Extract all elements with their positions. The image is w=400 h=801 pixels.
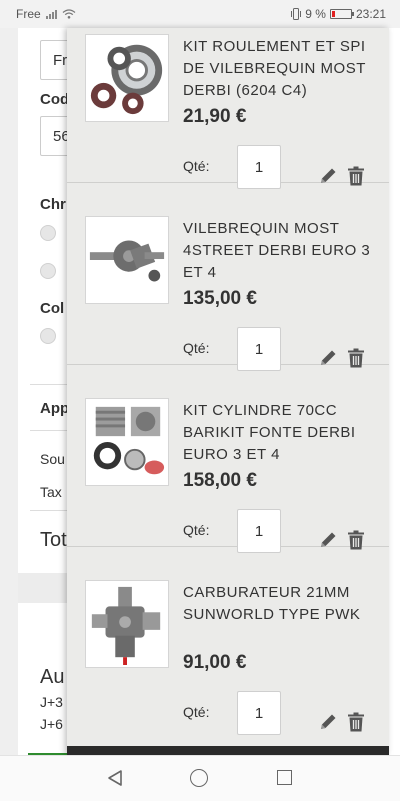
item-price: 91,00 € <box>183 652 247 673</box>
quantity-input[interactable]: 1 <box>237 691 281 735</box>
tax-label: Tax <box>40 484 62 500</box>
crankshaft-image[interactable] <box>85 216 169 304</box>
item-price: 158,00 € <box>183 470 257 491</box>
page-left-gutter <box>0 28 18 755</box>
quantity-label: Qté: <box>183 704 210 720</box>
pencil-icon[interactable] <box>318 712 338 732</box>
delivery-heading: Au <box>40 666 65 688</box>
delivery-option-label: Chr <box>40 196 66 213</box>
carrier-name: Free <box>16 7 41 21</box>
trash-icon[interactable] <box>347 712 365 732</box>
cart-item: CARBURATEUR 21MM SUNWORLD TYPE PWK 91,00… <box>67 546 389 735</box>
item-title[interactable]: KIT ROULEMENT ET SPI DE VILEBREQUIN MOST… <box>183 36 379 102</box>
collect-option-label: Col <box>40 300 65 317</box>
wifi-icon <box>62 9 76 19</box>
quantity-label: Qté: <box>183 522 210 538</box>
home-circle-icon[interactable] <box>190 769 208 787</box>
vibrate-icon <box>291 8 302 20</box>
radio-option-3[interactable] <box>40 328 56 344</box>
signal-icon <box>45 9 57 19</box>
cart-item: VILEBREQUIN MOST 4STREET DERBI EURO 3 ET… <box>67 182 389 371</box>
back-triangle-icon[interactable] <box>106 769 124 787</box>
status-bar: Free 9 % 23:21 <box>0 0 400 28</box>
subtotal-label: Sou <box>40 451 65 467</box>
item-title[interactable]: KIT CYLINDRE 70CC BARIKIT FONTE DERBI EU… <box>183 400 379 466</box>
quantity-label: Qté: <box>183 340 210 356</box>
system-nav-bar <box>0 755 400 801</box>
cart-footer-bar[interactable] <box>67 746 389 755</box>
cart-item: KIT CYLINDRE 70CC BARIKIT FONTE DERBI EU… <box>67 364 389 553</box>
radio-option-1[interactable] <box>40 225 56 241</box>
status-right: 9 % 23:21 <box>291 7 386 21</box>
quantity-label: Qté: <box>183 158 210 174</box>
cart-item: KIT ROULEMENT ET SPI DE VILEBREQUIN MOST… <box>67 28 389 189</box>
item-price: 135,00 € <box>183 288 257 309</box>
recent-apps-icon[interactable] <box>277 770 292 785</box>
battery-percent: 9 % <box>305 7 326 21</box>
cart-panel: KIT ROULEMENT ET SPI DE VILEBREQUIN MOST… <box>67 28 389 755</box>
postcode-label: Cod <box>40 91 70 108</box>
item-title[interactable]: VILEBREQUIN MOST 4STREET DERBI EURO 3 ET… <box>183 218 379 284</box>
total-label: Tot <box>40 529 67 551</box>
bearing-kit-image[interactable] <box>85 34 169 122</box>
summary-label: App <box>40 400 70 417</box>
cylinder-kit-image[interactable] <box>85 398 169 486</box>
carburetor-image[interactable] <box>85 580 169 668</box>
radio-option-2[interactable] <box>40 263 56 279</box>
battery-icon <box>329 9 354 19</box>
delivery-line-2: J+6 <box>40 716 63 732</box>
clock: 23:21 <box>355 7 386 21</box>
status-left: Free <box>16 7 76 21</box>
delivery-line-1: J+3 <box>40 694 63 710</box>
item-price: 21,90 € <box>183 106 247 127</box>
item-title[interactable]: CARBURATEUR 21MM SUNWORLD TYPE PWK <box>183 582 379 626</box>
